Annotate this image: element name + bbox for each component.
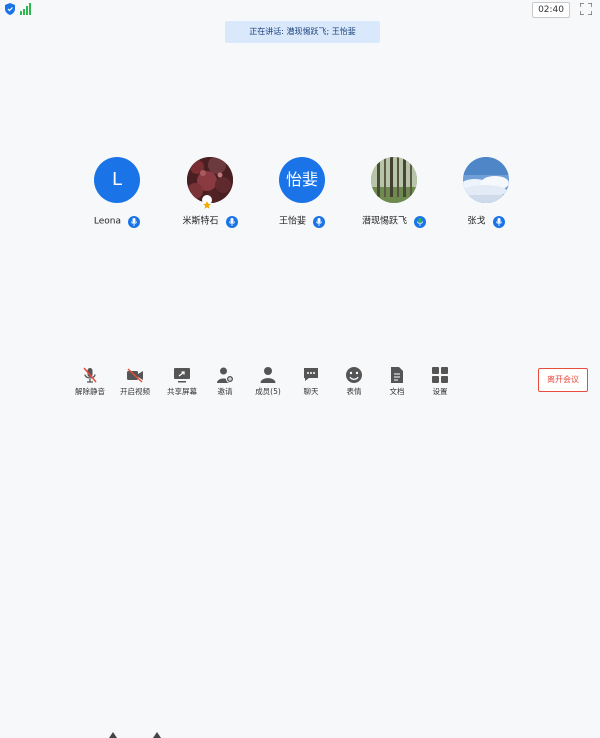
mic-speaking-icon <box>414 215 427 228</box>
unmute-button[interactable]: 解除静音 <box>70 364 110 398</box>
reactions-button[interactable]: 表情 <box>334 364 374 398</box>
sky-photo <box>463 157 509 203</box>
settings-label: 设置 <box>432 387 448 396</box>
participant-name: 潜现惕跃飞 <box>361 216 407 227</box>
settings-button[interactable]: 设置 <box>420 364 460 398</box>
participant-tile[interactable]: 怡婓 王怡婓 <box>257 157 347 232</box>
start-video-button[interactable]: 开启视频 <box>115 364 155 398</box>
participant-name: Leona <box>93 216 122 227</box>
meeting-toolbar: 解除静音 开启视频 共享屏幕 邀请 成员(5) 聊天 表情 文档 设置 <box>0 360 600 738</box>
forest-photo <box>371 157 417 203</box>
fullscreen-icon[interactable] <box>580 3 592 15</box>
start-video-label: 开启视频 <box>120 387 150 396</box>
grid-settings-icon <box>432 367 448 383</box>
meeting-timer: 02:40 <box>532 2 570 18</box>
shield-icon[interactable] <box>5 3 15 15</box>
share-screen-icon <box>174 368 190 383</box>
participant-name: 张戈 <box>467 216 486 227</box>
audio-options-caret-icon[interactable] <box>109 732 117 738</box>
members-button[interactable]: 成员(5) <box>248 364 288 398</box>
members-icon <box>260 367 276 383</box>
speaking-indicator-banner: 正在讲话: 潜现惕跃飞; 王怡婓 <box>225 21 380 43</box>
leave-meeting-button[interactable]: 离开会议 <box>538 368 588 392</box>
mic-icon <box>313 215 326 228</box>
mic-icon <box>128 215 141 228</box>
chat-button[interactable]: 聊天 <box>291 364 331 398</box>
participant-name: 米斯特石 <box>182 216 219 227</box>
mic-icon <box>492 215 505 228</box>
mic-muted-icon <box>83 367 97 383</box>
invite-button[interactable]: 邀请 <box>205 364 245 398</box>
chat-icon <box>304 368 318 381</box>
smiley-icon <box>346 367 362 383</box>
network-signal-icon[interactable] <box>20 3 32 15</box>
avatar: 怡婓 <box>279 157 325 203</box>
participant-tile[interactable]: 张戈 <box>441 157 531 232</box>
participant-tile[interactable]: 米斯特石 <box>165 157 255 232</box>
participant-name: 王怡婓 <box>278 216 306 227</box>
mic-icon <box>225 215 238 228</box>
add-user-icon <box>217 367 234 383</box>
avatar <box>371 157 417 203</box>
participant-tile[interactable]: 潜现惕跃飞 <box>349 157 439 232</box>
top-status-bar: 02:40 <box>0 0 600 18</box>
participant-tile[interactable]: L Leona <box>72 157 162 232</box>
video-options-caret-icon[interactable] <box>153 732 161 738</box>
documents-button[interactable]: 文档 <box>377 364 417 398</box>
avatar: L <box>94 157 140 203</box>
host-badge-icon <box>202 195 212 209</box>
avatar <box>463 157 509 203</box>
participant-gallery: L Leona 米斯特石 怡婓 王怡婓 潜现惕跃飞 张戈 <box>0 157 600 232</box>
share-screen-button[interactable]: 共享屏幕 <box>162 364 202 398</box>
video-off-icon <box>127 368 143 383</box>
document-icon <box>391 367 403 383</box>
